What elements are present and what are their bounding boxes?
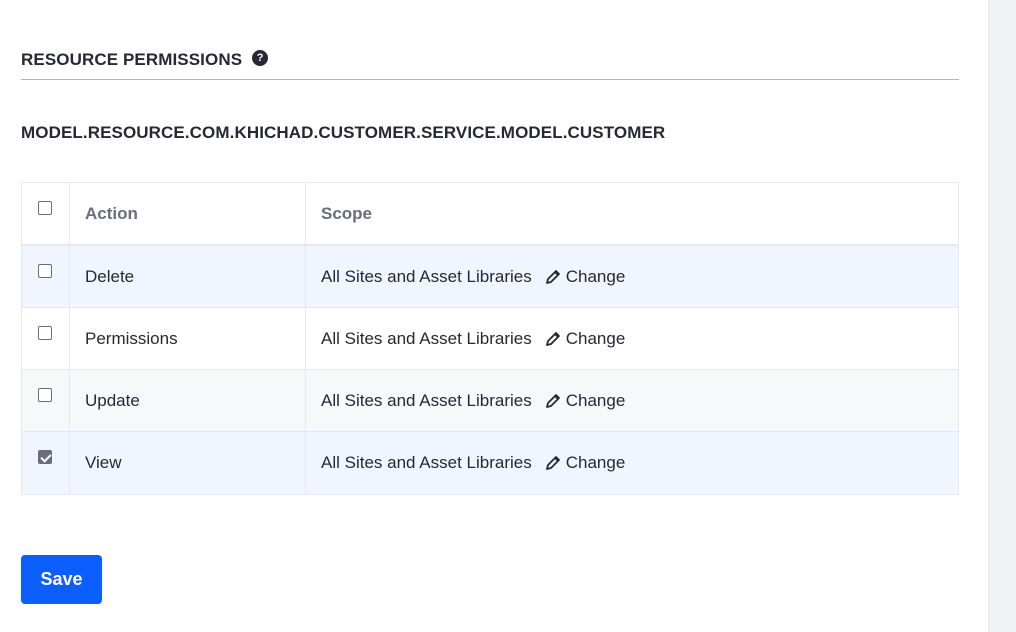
column-header-scope: Scope [321,203,373,223]
table-header-row: Action Scope [22,183,958,246]
main-content: RESOURCE PERMISSIONS ? MODEL.RESOURCE.CO… [0,0,988,632]
action-cell: View [70,432,306,494]
right-side-panel [988,0,1016,632]
change-scope-link[interactable]: Change [544,265,626,289]
action-cell: Permissions [70,308,306,369]
scope-cell: All Sites and Asset Libraries Change [306,370,958,431]
resource-name: MODEL.RESOURCE.COM.KHICHAD.CUSTOMER.SERV… [21,123,666,142]
scope-value: All Sites and Asset Libraries [321,266,532,286]
change-label: Change [565,390,626,410]
change-label: Change [565,266,626,286]
row-checkbox-update[interactable] [37,388,52,402]
scope-value: All Sites and Asset Libraries [321,453,532,472]
change-scope-link[interactable]: Change [544,389,626,413]
scope-cell: All Sites and Asset Libraries Change [306,308,958,369]
scope-cell: All Sites and Asset Libraries Change [306,246,958,307]
permissions-table: Action Scope Delete All Sites and Asset … [21,182,959,495]
row-checkbox-cell [22,370,70,431]
scope-cell: All Sites and Asset Libraries Change [306,432,958,494]
pencil-icon [544,454,562,472]
scope-value: All Sites and Asset Libraries [321,390,532,410]
change-scope-link[interactable]: Change [544,451,626,475]
section-title: RESOURCE PERMISSIONS [21,50,243,69]
change-label: Change [565,453,626,472]
action-cell: Delete [70,246,306,307]
section-header: RESOURCE PERMISSIONS ? [21,44,959,80]
row-checkbox-view[interactable] [37,450,52,464]
table-row: Permissions All Sites and Asset Librarie… [22,308,958,370]
change-label: Change [565,328,626,348]
pencil-icon [544,392,562,410]
change-scope-link[interactable]: Change [544,327,626,351]
row-checkbox-delete[interactable] [37,264,52,278]
save-button[interactable]: Save [21,555,102,604]
column-header-action: Action [70,183,306,244]
pencil-icon [544,330,562,348]
row-checkbox-cell [22,246,70,307]
row-checkbox-cell [22,432,70,494]
pencil-icon [544,268,562,286]
scope-value: All Sites and Asset Libraries [321,328,532,348]
action-cell: Update [70,370,306,431]
row-checkbox-permissions[interactable] [37,326,52,340]
row-checkbox-cell [22,308,70,369]
help-icon[interactable]: ? [252,50,269,66]
select-all-checkbox[interactable] [37,201,52,215]
select-all-cell [22,183,70,244]
table-row: View All Sites and Asset Libraries Chang… [22,432,958,494]
table-row: Update All Sites and Asset Libraries Cha… [22,370,958,432]
table-row: Delete All Sites and Asset Libraries Cha… [22,246,958,308]
